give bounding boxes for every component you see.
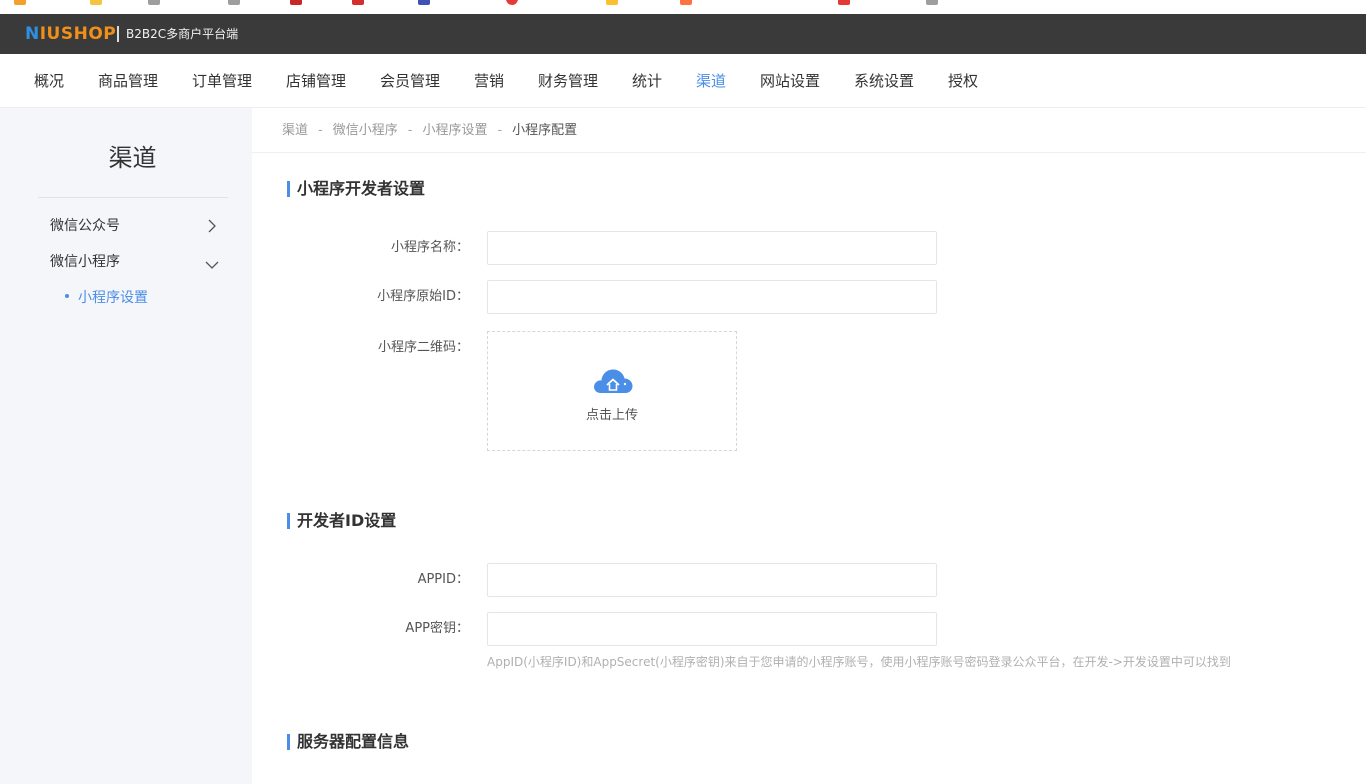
logo-text: IUSHOP bbox=[39, 24, 117, 44]
nav-item-system-settings[interactable]: 系统设置 bbox=[854, 71, 914, 91]
app-secret-input[interactable] bbox=[487, 612, 937, 646]
bookmark[interactable] bbox=[90, 0, 102, 6]
origin-id-label: 小程序原始ID： bbox=[377, 289, 469, 304]
bookmark[interactable] bbox=[352, 0, 364, 6]
bookmark[interactable] bbox=[228, 0, 240, 6]
appid-label: APPID： bbox=[417, 572, 469, 587]
bookmark[interactable] bbox=[290, 0, 302, 6]
bookmark[interactable] bbox=[838, 0, 850, 6]
breadcrumb: 渠道 - 微信小程序 - 小程序设置 - 小程序配置 bbox=[252, 108, 1366, 153]
sidebar-subitem-label: 小程序设置 bbox=[78, 290, 148, 306]
miniprogram-name-label: 小程序名称： bbox=[390, 240, 469, 255]
nav-item-license[interactable]: 授权 bbox=[948, 71, 978, 91]
breadcrumb-separator: - bbox=[497, 123, 503, 138]
bookmark[interactable] bbox=[418, 0, 430, 6]
breadcrumb-item[interactable]: 微信小程序 bbox=[333, 123, 398, 138]
bookmarks-bar bbox=[0, 0, 1366, 14]
appid-input[interactable] bbox=[487, 563, 937, 597]
sidebar-title: 渠道 bbox=[108, 144, 157, 172]
main-nav: 概况 商品管理 订单管理 店铺管理 会员管理 营销 财务管理 统计 渠道 网站设… bbox=[0, 54, 1366, 108]
nav-item-goods[interactable]: 商品管理 bbox=[98, 71, 158, 91]
breadcrumb-item[interactable]: 渠道 bbox=[282, 123, 308, 138]
logo[interactable]: NIUSHOP bbox=[25, 24, 116, 44]
nav-item-orders[interactable]: 订单管理 bbox=[192, 71, 252, 91]
platform-name: B2B2C多商户平台端 bbox=[126, 27, 239, 41]
nav-item-marketing[interactable]: 营销 bbox=[474, 71, 504, 91]
breadcrumb-current: 小程序配置 bbox=[512, 123, 578, 138]
nav-item-site-settings[interactable]: 网站设置 bbox=[760, 71, 820, 91]
app-secret-label: APP密钥： bbox=[405, 621, 469, 636]
sidebar-subitem-miniprogram-settings[interactable]: 小程序设置 bbox=[65, 289, 148, 307]
cloud-upload-icon bbox=[594, 369, 633, 393]
sidebar-item-wechat-official[interactable]: 微信公众号 bbox=[50, 217, 120, 235]
top-header: NIUSHOP B2B2C多商户平台端 bbox=[0, 14, 1366, 54]
breadcrumb-separator: - bbox=[318, 123, 323, 138]
qrcode-upload-area[interactable]: 点击上传 bbox=[487, 331, 737, 451]
chevron-down-icon[interactable] bbox=[205, 258, 219, 272]
bookmark[interactable] bbox=[680, 0, 692, 6]
nav-item-stats[interactable]: 统计 bbox=[632, 71, 662, 91]
section-title-developer: 小程序开发者设置 bbox=[287, 181, 425, 197]
nav-item-shops[interactable]: 店铺管理 bbox=[286, 71, 346, 91]
active-dot bbox=[65, 294, 69, 298]
chevron-right-icon[interactable] bbox=[205, 219, 219, 233]
bookmark[interactable] bbox=[148, 0, 160, 6]
sidebar-divider bbox=[38, 197, 228, 198]
section-title-server: 服务器配置信息 bbox=[287, 734, 409, 750]
logo-letter: N bbox=[25, 24, 40, 44]
nav-item-finance[interactable]: 财务管理 bbox=[538, 71, 598, 91]
bookmark[interactable] bbox=[506, 0, 518, 6]
breadcrumb-item[interactable]: 小程序设置 bbox=[422, 123, 487, 138]
nav-item-overview[interactable]: 概况 bbox=[34, 71, 64, 91]
sidebar-item-wechat-miniprogram[interactable]: 微信小程序 bbox=[50, 253, 120, 271]
bookmark[interactable] bbox=[606, 0, 618, 6]
bookmark[interactable] bbox=[926, 0, 938, 6]
nav-item-members[interactable]: 会员管理 bbox=[380, 71, 440, 91]
miniprogram-name-input[interactable] bbox=[487, 231, 937, 265]
bookmark[interactable] bbox=[14, 0, 26, 6]
upload-text: 点击上传 bbox=[585, 408, 638, 423]
nav-item-channel[interactable]: 渠道 bbox=[696, 71, 726, 91]
appid-hint: AppID(小程序ID)和AppSecret(小程序密钥)来自于您申请的小程序账… bbox=[487, 655, 1231, 669]
origin-id-input[interactable] bbox=[487, 280, 937, 314]
breadcrumb-separator: - bbox=[407, 123, 413, 138]
sidebar: 渠道 微信公众号 微信小程序 小程序设置 bbox=[0, 108, 252, 784]
section-title-dev-id: 开发者ID设置 bbox=[287, 513, 396, 529]
qrcode-label: 小程序二维码： bbox=[377, 340, 469, 355]
logo-divider bbox=[117, 26, 119, 42]
